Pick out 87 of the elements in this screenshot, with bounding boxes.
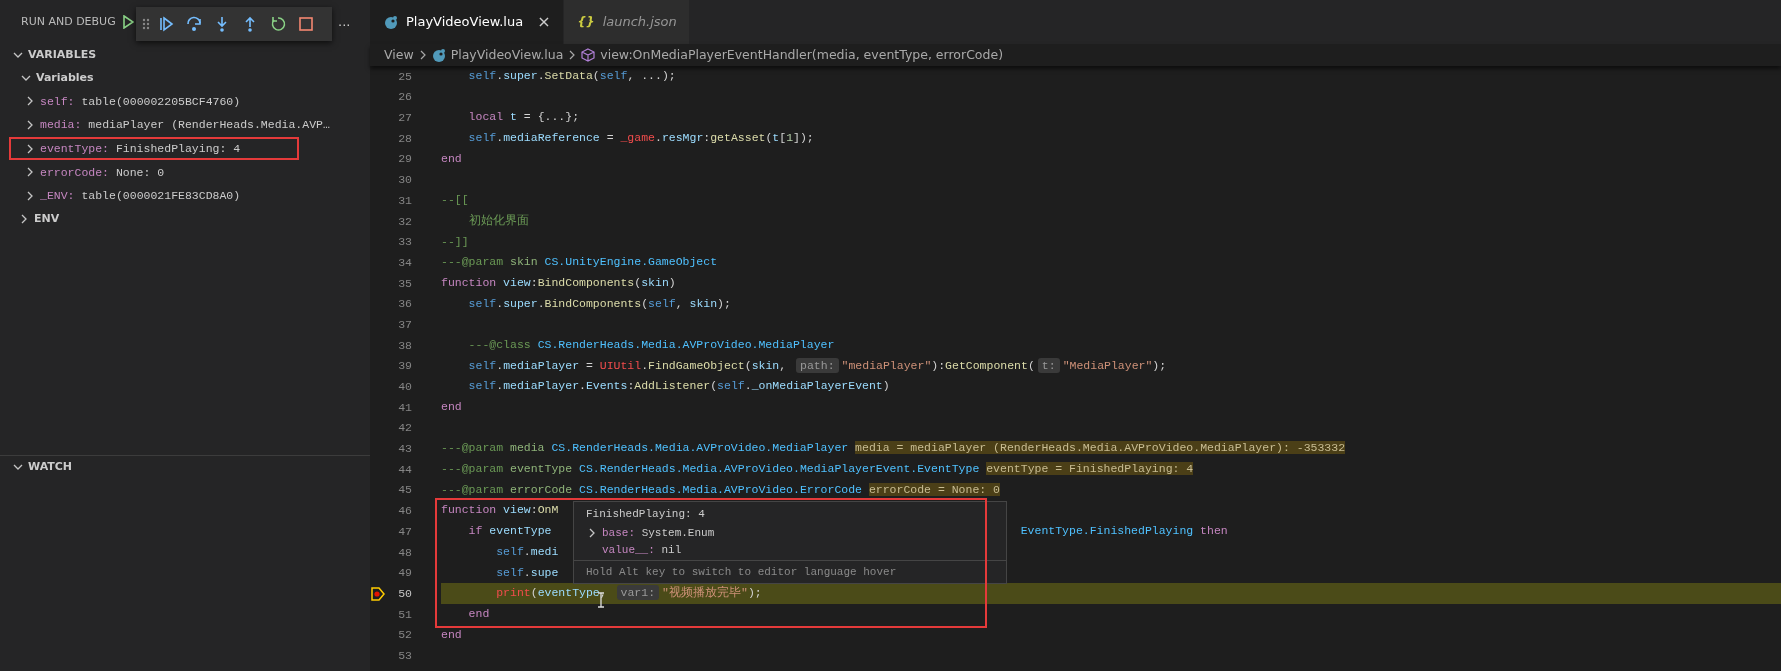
line-number: 25 [398, 68, 412, 85]
code-line: end [441, 400, 462, 413]
code-line: ---@param skin CS.UnityEngine.GameObject [441, 255, 718, 269]
code-line: local t = {...}; [467, 110, 580, 124]
breadcrumb-item[interactable]: PlayVideoView.lua [431, 45, 564, 65]
play-icon[interactable] [121, 15, 134, 29]
stop-icon [298, 16, 314, 32]
line-number: 26 [398, 89, 412, 106]
code-line: end [441, 151, 462, 165]
continue-icon [158, 16, 174, 32]
close-button[interactable]: × [537, 10, 551, 34]
line-number: 50 [398, 585, 412, 602]
section-title[interactable]: WATCH [28, 458, 73, 476]
code-line: ---@class CS.RenderHeads.Media.AVProVideo.MediaPlayer [467, 337, 835, 351]
line-number: 27 [398, 110, 412, 127]
line-number: 32 [398, 213, 412, 230]
lua-file-icon [431, 48, 446, 62]
more-button[interactable]: ... [336, 12, 353, 32]
breakpoint-icon[interactable] [370, 585, 386, 602]
editor-tab[interactable]: PlayVideoView.lua × [370, 0, 564, 44]
line-number: 30 [398, 172, 412, 189]
code-line: self.super.SetData(self, ...); [467, 69, 676, 82]
line-number: 37 [398, 316, 412, 333]
code-line: if eventType [467, 524, 552, 538]
code-line: end [441, 627, 462, 641]
line-number: 38 [398, 337, 412, 354]
variable-entry[interactable]: _ENV: table(0000021FE83CD8A0) [40, 187, 241, 205]
line-number: 29 [398, 151, 412, 168]
code-line: --[[ [441, 193, 469, 207]
code-line: self.mediaPlayer = UIUtil.FindGameObject(skin, path: "mediaPlayer"):GetComponent( t: "MediaPlayer"); [467, 358, 1167, 372]
code-line: ---@param media CS.RenderHeads.Media.AVProVideo.MediaPlayer media = mediaPlayer (RenderHeads.Media.AVProVideo.MediaPlayer): -353332 [441, 441, 1346, 455]
line-number: 33 [398, 234, 412, 251]
scope-label[interactable]: ENV [34, 211, 60, 228]
line-number: 36 [398, 296, 412, 313]
variable-entry[interactable]: media: mediaPlayer (RenderHeads.Media.AVP… [40, 116, 330, 134]
code-line: 初始化界面 [467, 213, 529, 227]
line-number: 39 [398, 358, 412, 375]
step-over-icon [186, 16, 202, 32]
line-number: 47 [398, 523, 412, 540]
code-line: self.super.BindComponents(self, skin); [467, 296, 731, 310]
variable-entry[interactable]: errorCode: None: 0 [40, 163, 165, 181]
code-line: function view:OnM [441, 503, 559, 517]
line-number: 52 [398, 627, 412, 644]
code-line: self.medi [495, 544, 559, 558]
line-number: 40 [398, 379, 412, 396]
line-number: 46 [398, 503, 412, 520]
variable-entry[interactable]: base: System.Enum [602, 524, 715, 542]
breadcrumb-item[interactable]: view:OnMediaPlayerEventHandler(media, eventType, errorCode) [581, 45, 1003, 65]
line-number: 28 [398, 130, 412, 147]
section-title[interactable]: VARIABLES [28, 46, 97, 64]
code-line: self.mediaReference = _game.resMgr:getAsset(t[1]); [467, 131, 814, 145]
step-into-icon [214, 16, 230, 32]
line-number: 35 [398, 275, 412, 292]
editor-tab[interactable]: {} launch.json [563, 0, 690, 44]
hover-title: FinishedPlaying: 4 [585, 507, 706, 522]
restart-icon [270, 16, 286, 32]
line-number: 51 [398, 606, 412, 623]
line-number: 42 [398, 420, 412, 437]
line-number: 31 [398, 192, 412, 209]
cube-icon [581, 48, 596, 62]
line-number: 45 [398, 482, 412, 499]
variable-entry: value__: nil [602, 543, 682, 559]
line-number: 48 [398, 544, 412, 561]
variable-entry[interactable]: eventType: FinishedPlaying: 4 [40, 139, 241, 158]
code-line: self.mediaPlayer.Events:AddListener(self._onMediaPlayerEvent) [467, 379, 890, 393]
drag-handle-icon[interactable] [142, 18, 150, 30]
scope-label[interactable]: Variables [36, 69, 94, 87]
variable-entry[interactable]: self: table(000002205BCF4760) [40, 92, 241, 110]
panel-title: RUN AND DEBUG [21, 13, 116, 30]
line-number: 34 [398, 254, 412, 271]
hover-hint: Hold Alt key to switch to editor language hover [574, 559, 1006, 583]
lua-file-icon [384, 15, 398, 29]
code-text: EventType.FinishedPlaying then [1020, 523, 1228, 540]
line-number: 41 [398, 399, 412, 416]
code-line: function view:BindComponents(skin) [441, 275, 676, 289]
code-line: ---@param eventType CS.RenderHeads.Media.AVProVideo.MediaPlayerEvent.EventType eventType = FinishedPlaying: 4 [441, 462, 1194, 476]
code-line: ---@param errorCode CS.RenderHeads.Media.AVProVideo.ErrorCode errorCode = None: 0 [441, 482, 1000, 496]
line-number: 53 [398, 647, 412, 664]
code-line: print(eventType, var1: "视频播放完毕"); [495, 586, 762, 600]
code-line: end [467, 606, 490, 620]
breadcrumb-item[interactable]: View [384, 45, 414, 65]
line-number: 49 [398, 565, 412, 582]
line-number: 43 [398, 441, 412, 458]
code-line: self.supe [495, 565, 559, 579]
json-file-icon: {} [577, 13, 595, 31]
line-number: 44 [398, 461, 412, 478]
code-line: --]] [441, 234, 469, 248]
